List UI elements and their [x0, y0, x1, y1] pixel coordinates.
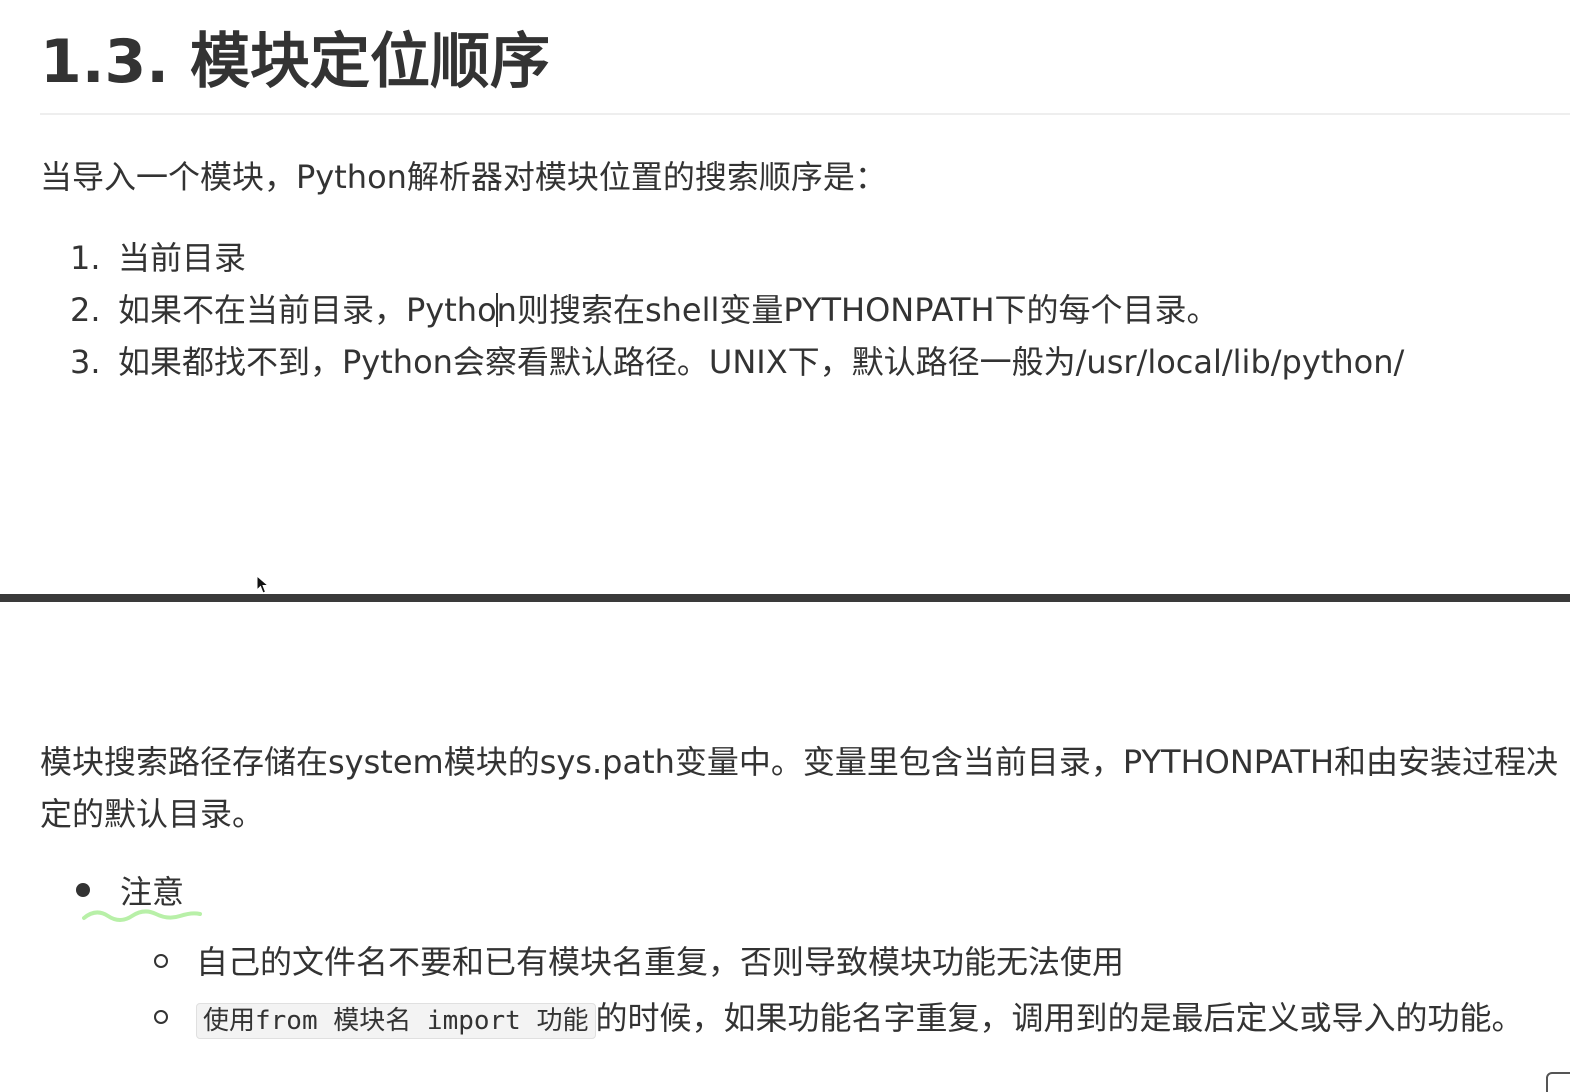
- title-underline: [40, 113, 1570, 115]
- note-list: 注意: [70, 866, 202, 922]
- inline-code: 使用from 模块名 import 功能: [196, 1003, 596, 1039]
- list-number: 1.: [70, 239, 101, 277]
- list-number: 2.: [70, 291, 101, 329]
- page-divider: [0, 594, 1570, 602]
- list-item-text-before-cursor: 如果不在当前目录，Pytho: [118, 291, 497, 329]
- document-page: 1.3. 模块定位顺序 当导入一个模块，Python解析器对模块位置的搜索顺序是…: [0, 0, 1570, 1092]
- section-title: 1.3. 模块定位顺序: [40, 27, 550, 97]
- highlight-squiggle-icon: [82, 909, 202, 922]
- list-item-text-after-cursor: n则搜索在shell变量PYTHONPATH下的每个目录。: [496, 291, 1219, 329]
- bullet-icon: [76, 883, 90, 897]
- list-item: 3. 如果都找不到，Python会察看默认路径。UNIX下，默认路径一般为/usr…: [70, 336, 1404, 388]
- sys-path-paragraph: 模块搜索路径存储在system模块的sys.path变量中。变量里包含当前目录，…: [40, 743, 1559, 833]
- intro-text: 当导入一个模块，Python解析器对模块位置的搜索顺序是：: [40, 158, 887, 196]
- list-item: 1. 当前目录: [70, 232, 1404, 284]
- list-item-text: 如果都找不到，Python会察看默认路径。UNIX下，默认路径一般为/usr/l…: [118, 343, 1405, 381]
- circle-bullet-icon: [154, 1010, 168, 1024]
- list-item-text: 当前目录: [118, 239, 247, 277]
- list-item[interactable]: 2. 如果不在当前目录，Python则搜索在shell变量PYTHONPATH下的…: [70, 284, 1404, 336]
- search-order-list: 1. 当前目录 2. 如果不在当前目录，Python则搜索在shell变量PYTHO…: [70, 232, 1404, 388]
- sublist-item-text: 自己的文件名不要和已有模块名重复，否则导致模块功能无法使用: [196, 943, 1125, 981]
- circle-bullet-icon: [154, 954, 168, 968]
- note-item: 注意: [70, 866, 202, 922]
- note-sublist: 自己的文件名不要和已有模块名重复，否则导致模块功能无法使用 使用from 模块名…: [150, 934, 1570, 1049]
- sublist-item-text: 的时候，如果功能名字重复，调用到的是最后定义或导入的功能。: [595, 999, 1524, 1037]
- sublist-item: 使用from 模块名 import 功能 的时候，如果功能名字重复，调用到的是最后…: [150, 990, 1570, 1049]
- sublist-item: 自己的文件名不要和已有模块名重复，否则导致模块功能无法使用: [150, 934, 1570, 990]
- corner-widget-icon[interactable]: [1546, 1072, 1570, 1092]
- list-number: 3.: [70, 343, 101, 381]
- mouse-pointer-icon: [256, 575, 270, 594]
